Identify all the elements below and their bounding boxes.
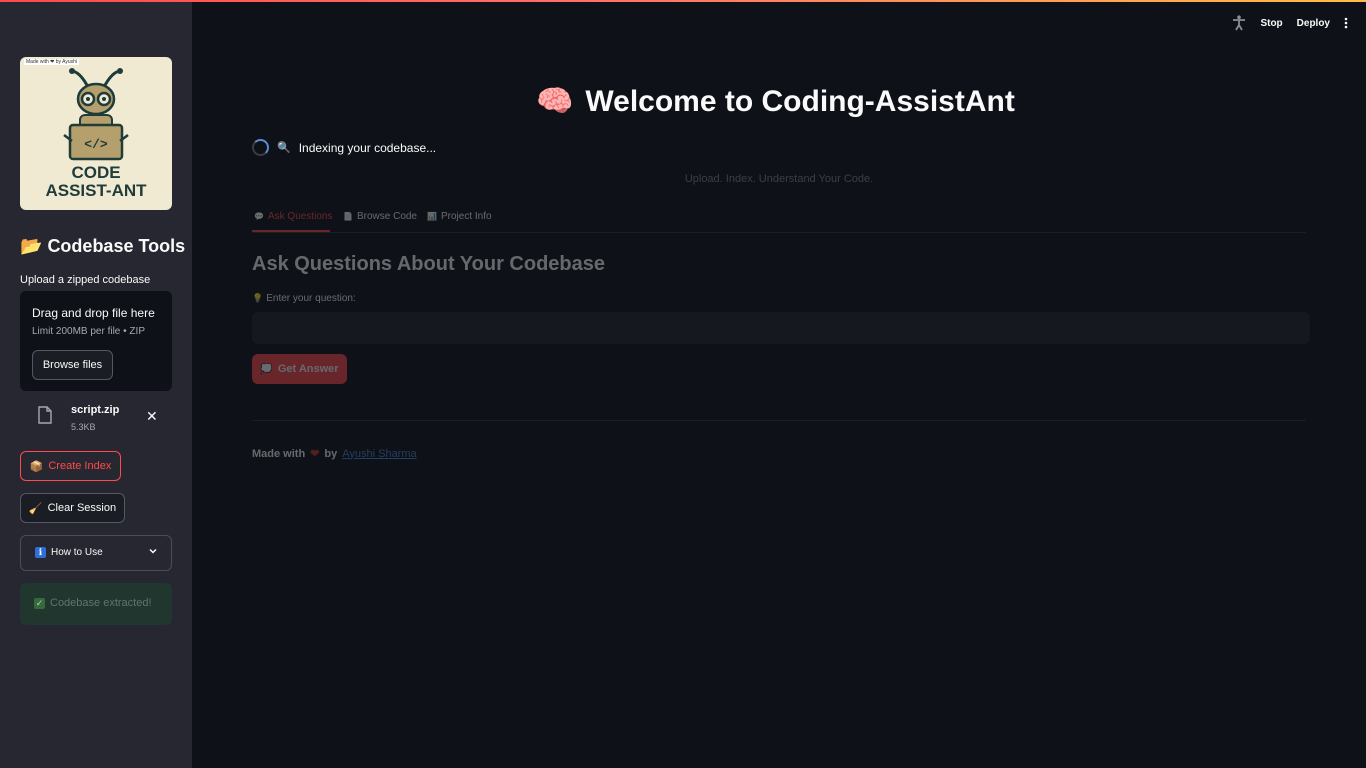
heart-icon: ❤ xyxy=(310,448,320,460)
check-icon: ✓ xyxy=(34,597,45,609)
tab-project-info[interactable]: 📊 Project Info xyxy=(427,211,492,222)
brain-icon: 🧠 xyxy=(536,85,574,118)
dropzone-title: Drag and drop file here xyxy=(32,306,155,320)
app-logo: Made with ❤ by Ayushi </> CODE ASSIST-AN… xyxy=(20,57,172,210)
package-icon: 📦 xyxy=(29,460,44,473)
page-subtitle: Upload. Index. Understand Your Code. xyxy=(0,173,1366,185)
speech-icon: 💬 xyxy=(254,212,264,221)
tab-bar: 💬 Ask Questions 📄 Browse Code 📊 Project … xyxy=(252,209,1306,233)
divider xyxy=(252,420,1306,421)
clear-session-button[interactable]: 🧹 Clear Session xyxy=(20,493,125,523)
file-dropzone[interactable]: Drag and drop file here Limit 200MB per … xyxy=(20,291,172,391)
tab-label: Browse Code xyxy=(356,211,417,222)
success-alert: ✓ Codebase extracted! xyxy=(20,583,172,625)
page-subtitle-text: Upload. Index. Understand Your Code. xyxy=(684,173,874,185)
file-name: script.zip xyxy=(71,404,120,416)
upload-label: Upload a zipped codebase xyxy=(20,274,151,286)
chevron-down-icon xyxy=(149,548,157,554)
deploy-button[interactable]: Deploy xyxy=(1297,18,1330,29)
spinner-text: Indexing your codebase... xyxy=(298,140,437,155)
lightbulb-icon: 💡 xyxy=(252,293,264,303)
indexing-spinner: 🔍 Indexing your codebase... xyxy=(252,139,436,156)
app-header-actions: Stop Deploy xyxy=(1232,15,1348,31)
footer: Made with ❤ by Ayushi Sharma xyxy=(252,447,417,461)
thought-bubble-icon: 💭 xyxy=(260,363,273,375)
footer-prefix: Made with xyxy=(252,447,306,460)
success-text: Codebase extracted! xyxy=(50,597,152,609)
more-options-icon[interactable] xyxy=(1344,17,1348,29)
question-label: 💡 Enter your question: xyxy=(252,293,356,304)
ant-mascot-icon: </> xyxy=(63,68,129,161)
dropzone-subtitle: Limit 200MB per file • ZIP xyxy=(32,326,145,337)
footer-by: by xyxy=(324,447,338,460)
active-tab-indicator xyxy=(252,230,330,232)
tab-label: Project Info xyxy=(440,211,492,222)
author-link[interactable]: Ayushi Sharma xyxy=(342,448,416,460)
get-answer-button[interactable]: 💭 Get Answer xyxy=(252,354,347,384)
expander-label-text: How to Use xyxy=(51,547,103,558)
create-index-button[interactable]: 📦 Create Index xyxy=(20,451,121,481)
info-icon: ℹ xyxy=(35,547,46,558)
chart-icon: 📊 xyxy=(427,212,437,221)
create-index-label: Create Index xyxy=(48,460,112,472)
tab-ask-questions[interactable]: 💬 Ask Questions xyxy=(254,211,332,222)
get-answer-label: Get Answer xyxy=(277,363,339,375)
tab-browse-code[interactable]: 📄 Browse Code xyxy=(343,211,417,222)
document-icon: 📄 xyxy=(343,212,353,221)
page-title: 🧠 Welcome to Coding-AssistAnt xyxy=(536,84,1015,119)
close-icon[interactable]: ✕ xyxy=(146,408,158,425)
expander-label: ℹ How to Use xyxy=(35,547,103,558)
svg-text:</>: </> xyxy=(84,137,108,152)
clear-session-label: Clear Session xyxy=(47,502,117,514)
browse-files-button[interactable]: Browse files xyxy=(32,350,113,380)
file-size: 5.3KB xyxy=(71,422,96,432)
spinner-icon xyxy=(252,139,269,156)
file-icon xyxy=(38,406,52,424)
magnifier-icon: 🔍 xyxy=(277,142,291,154)
broom-icon: 🧹 xyxy=(28,502,43,515)
how-to-use-expander[interactable]: ℹ How to Use xyxy=(20,535,172,571)
top-decoration-bar xyxy=(0,0,1366,2)
page-title-text: Welcome to Coding-AssistAnt xyxy=(585,84,1015,118)
sidebar: Made with ❤ by Ayushi </> CODE ASSIST-AN… xyxy=(0,2,192,768)
success-message: ✓ Codebase extracted! xyxy=(34,597,152,609)
question-input[interactable] xyxy=(252,312,1310,344)
running-man-icon xyxy=(1233,15,1246,31)
sidebar-title: 📂 Codebase Tools xyxy=(20,236,185,257)
sidebar-title-text: Codebase Tools xyxy=(47,236,186,256)
section-title: Ask Questions About Your Codebase xyxy=(252,253,606,275)
uploaded-file: script.zip 5.3KB ✕ xyxy=(20,400,172,440)
tab-label: Ask Questions xyxy=(267,211,333,222)
stop-button[interactable]: Stop xyxy=(1260,18,1282,29)
folder-icon: 📂 xyxy=(20,236,43,256)
question-label-text: Enter your question: xyxy=(266,293,356,304)
